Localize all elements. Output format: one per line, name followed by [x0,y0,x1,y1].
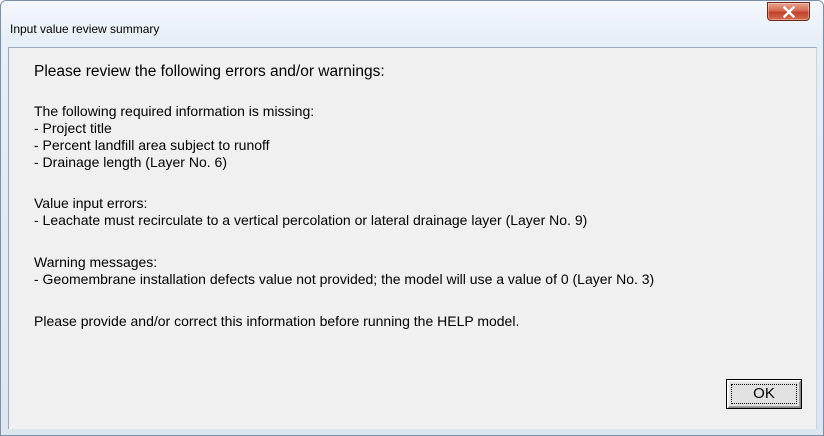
error-item-leachate: - Leachate must recirculate to a vertica… [34,212,588,228]
footer-message: Please provide and/or correct this infor… [34,313,520,329]
warning-messages-header: Warning messages: [34,254,158,270]
missing-item-project-title: - Project title [34,120,112,136]
warning-item-geomembrane: - Geomembrane installation defects value… [34,271,655,287]
dialog-heading: Please review the following errors and/o… [34,63,385,80]
value-errors-header: Value input errors: [34,195,148,211]
close-x-icon [783,6,795,18]
close-button[interactable] [767,2,810,21]
missing-info-header: The following required information is mi… [34,103,315,119]
title-bar[interactable]: Input value review summary [1,1,823,36]
missing-item-percent-landfill-area: - Percent landfill area subject to runof… [34,137,270,153]
ok-button-label: OK [753,385,775,402]
window-title: Input value review summary [10,22,160,36]
ok-button[interactable]: OK [726,379,802,409]
missing-item-drainage-length: - Drainage length (Layer No. 6) [34,154,227,170]
